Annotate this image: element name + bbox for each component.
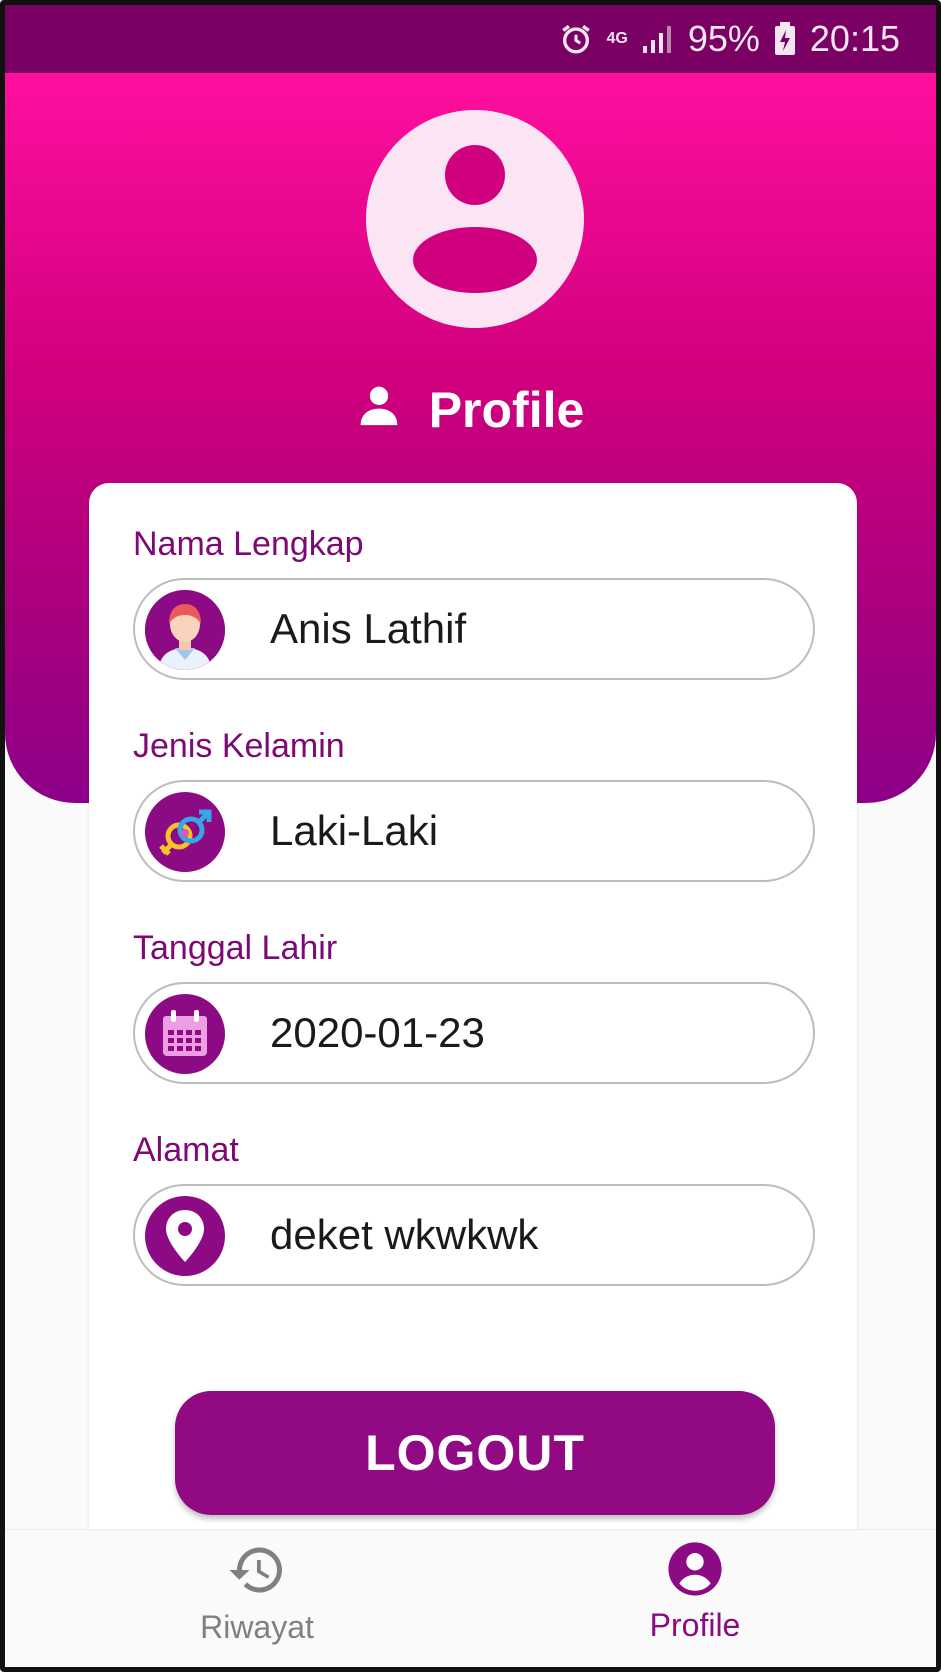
- battery-percentage: 95%: [687, 18, 760, 59]
- person-placeholder-icon: [413, 145, 537, 293]
- bottom-navigation: Riwayat Profile: [5, 1529, 936, 1667]
- status-bar: 4G 95% 20:15: [5, 5, 936, 73]
- gender-label: Jenis Kelamin: [133, 727, 345, 765]
- battery-charging-icon: [774, 22, 796, 56]
- profile-avatar[interactable]: [366, 110, 584, 328]
- page-title: Profile: [5, 380, 936, 440]
- address-value: deket wkwkwk: [270, 1211, 539, 1258]
- nav-item-label: Profile: [649, 1607, 741, 1643]
- location-pin-icon: [145, 1196, 225, 1276]
- address-field[interactable]: deket wkwkwk: [133, 1184, 815, 1286]
- full-name-field[interactable]: Anis Lathif: [133, 578, 815, 680]
- birth-date-field[interactable]: 2020-01-23: [133, 982, 815, 1084]
- nav-item-profile[interactable]: Profile: [595, 1540, 795, 1660]
- network-type-indicator: 4G: [606, 30, 628, 47]
- person-icon: [357, 381, 401, 439]
- history-icon: [227, 1540, 287, 1605]
- logout-button[interactable]: LOGOUT: [175, 1391, 775, 1515]
- birth-date-label: Tanggal Lahir: [133, 929, 338, 967]
- nav-item-riwayat[interactable]: Riwayat: [157, 1540, 357, 1660]
- page-title-text: Profile: [428, 382, 585, 438]
- gender-icon: [145, 792, 225, 872]
- signal-strength-icon: [642, 24, 674, 54]
- nav-item-label: Riwayat: [200, 1609, 314, 1645]
- network-type-label: 4G: [606, 30, 628, 47]
- birth-date-value: 2020-01-23: [270, 1009, 485, 1056]
- full-name-label: Nama Lengkap: [133, 525, 364, 563]
- alarm-icon: [559, 22, 593, 56]
- calendar-icon: [145, 994, 225, 1074]
- clock-time: 20:15: [809, 18, 900, 59]
- gender-value: Laki-Laki: [270, 807, 439, 854]
- gender-field[interactable]: Laki-Laki: [133, 780, 815, 882]
- full-name-value: Anis Lathif: [270, 605, 467, 652]
- user-avatar-icon: [145, 590, 225, 670]
- phone-screen: 4G 95% 20:15 Profile Nama Lengkap Anis L…: [0, 0, 941, 1672]
- address-label: Alamat: [133, 1131, 239, 1169]
- account-circle-icon: [666, 1540, 724, 1603]
